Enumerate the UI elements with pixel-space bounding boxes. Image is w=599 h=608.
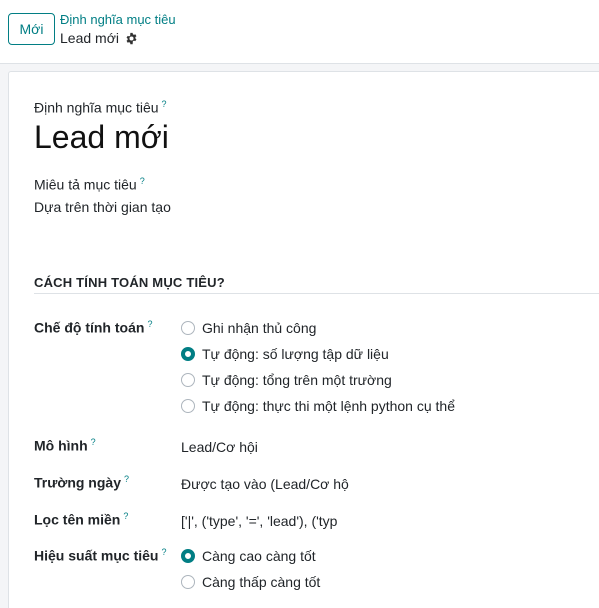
radio-button[interactable] (181, 399, 195, 413)
mode-option-manual[interactable]: Ghi nhận thủ công (181, 320, 316, 336)
goal-name-label-text: Định nghĩa mục tiêu (34, 99, 159, 116)
radio-label: Ghi nhận thủ công (202, 320, 317, 336)
control-panel: Mới Định nghĩa mục tiêu Lead mới (0, 0, 599, 64)
radio-button-checked[interactable] (181, 549, 195, 563)
model-field[interactable]: Lead/Cơ hội (181, 439, 258, 455)
section-divider (34, 293, 599, 294)
radio-button[interactable] (181, 373, 195, 387)
mode-option-count[interactable]: Tự động: số lượng tập dữ liệu (181, 346, 389, 362)
description-label: Miêu tả mục tiêu? (34, 176, 145, 193)
computation-mode-label-text: Chế độ tính toán (34, 319, 145, 336)
radio-label: Tự động: số lượng tập dữ liệu (202, 346, 389, 362)
new-button[interactable]: Mới (8, 13, 55, 45)
date-field[interactable]: Được tạo vào (Lead/Cơ hộ (181, 476, 349, 492)
mode-option-python[interactable]: Tự động: thực thi một lệnh python cụ thể (181, 398, 455, 414)
breadcrumb-current: Lead mới (60, 30, 138, 46)
help-tooltip-icon[interactable]: ? (161, 547, 166, 557)
domain-filter-label: Lọc tên miền? (34, 511, 128, 528)
performance-option-higher[interactable]: Càng cao càng tốt (181, 548, 316, 564)
help-tooltip-icon[interactable]: ? (140, 176, 145, 186)
section-title: CÁCH TÍNH TOÁN MỤC TIÊU? (34, 275, 225, 290)
description-input[interactable]: Dựa trên thời gian tạo (34, 199, 171, 215)
breadcrumb-parent-link[interactable]: Định nghĩa mục tiêu (60, 12, 176, 27)
description-label-text: Miêu tả mục tiêu (34, 176, 137, 193)
goal-name-label: Định nghĩa mục tiêu? (34, 99, 167, 116)
radio-label: Tự động: tổng trên một trường (202, 372, 392, 388)
model-label: Mô hình? (34, 437, 96, 454)
gear-icon[interactable] (125, 32, 138, 45)
model-label-text: Mô hình (34, 437, 88, 454)
computation-mode-label: Chế độ tính toán? (34, 319, 152, 336)
help-tooltip-icon[interactable]: ? (123, 511, 128, 521)
help-tooltip-icon[interactable]: ? (147, 319, 152, 329)
goal-name-input[interactable]: Lead mới (34, 119, 169, 156)
performance-label: Hiệu suất mục tiêu? (34, 547, 166, 564)
help-tooltip-icon[interactable]: ? (124, 474, 129, 484)
breadcrumb-current-label: Lead mới (60, 30, 119, 46)
form-sheet: Định nghĩa mục tiêu? Lead mới Miêu tả mụ… (8, 71, 599, 608)
date-field-label-text: Trường ngày (34, 474, 121, 491)
radio-label: Càng thấp càng tốt (202, 574, 321, 590)
radio-button[interactable] (181, 321, 195, 335)
performance-option-lower[interactable]: Càng thấp càng tốt (181, 574, 320, 590)
date-field-label: Trường ngày? (34, 474, 129, 491)
radio-button-checked[interactable] (181, 347, 195, 361)
help-tooltip-icon[interactable]: ? (91, 437, 96, 447)
performance-label-text: Hiệu suất mục tiêu (34, 547, 159, 564)
radio-button[interactable] (181, 575, 195, 589)
domain-filter-field[interactable]: ['|', ('type', '=', 'lead'), ('typ (181, 513, 337, 529)
radio-label: Càng cao càng tốt (202, 548, 316, 564)
domain-filter-label-text: Lọc tên miền (34, 511, 121, 528)
mode-option-sum[interactable]: Tự động: tổng trên một trường (181, 372, 392, 388)
help-tooltip-icon[interactable]: ? (162, 99, 167, 109)
radio-label: Tự động: thực thi một lệnh python cụ thể (202, 398, 455, 414)
